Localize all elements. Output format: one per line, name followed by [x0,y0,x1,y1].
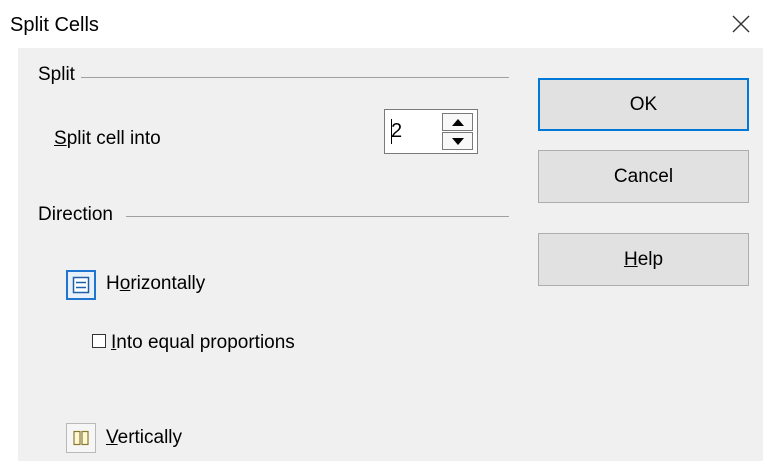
split-cell-into-mnemonic: S [54,128,67,149]
ok-button[interactable]: OK [538,78,749,131]
split-vertical-icon [73,430,89,446]
cancel-button[interactable]: Cancel [538,150,749,203]
vertically-label[interactable]: Vertically [106,427,182,449]
equal-proportions-checkbox[interactable] [92,334,106,348]
split-horizontal-icon [72,276,90,294]
horizontally-label[interactable]: Horizontally [106,273,205,295]
horizontally-mnemonic: o [119,273,131,294]
split-section-label: Split [38,64,81,86]
arrow-up-icon [451,118,464,126]
equal-proportions-text: nto equal proportions [116,332,295,353]
text-cursor [391,119,392,144]
split-cell-into-label: Split cell into [54,128,161,150]
split-section-divider [78,77,509,78]
close-icon [732,15,750,33]
dialog-body: Split Split cell into Direction Horizont… [18,48,763,461]
direction-section-label: Direction [38,204,119,226]
title-bar: Split Cells [0,0,763,48]
horizontal-option-button[interactable] [66,270,96,300]
vertical-option-button[interactable] [66,423,96,453]
help-text: elp [637,248,664,270]
increment-button[interactable] [442,113,473,131]
equal-proportions-label[interactable]: Into equal proportions [111,332,295,354]
vertically-text: ertically [117,427,183,448]
split-cell-into-text: plit cell into [66,128,161,149]
help-mnemonic: H [623,248,638,270]
horizontally-first-letter: H [106,273,120,294]
vertically-mnemonic: V [106,427,118,448]
decrement-button[interactable] [442,132,473,150]
close-button[interactable] [719,0,763,48]
split-count-stepper [384,109,478,154]
arrow-down-icon [451,137,464,145]
help-button[interactable]: Help [538,233,749,286]
split-count-input[interactable] [391,120,431,143]
dialog-title: Split Cells [10,14,99,36]
direction-section-divider [126,216,509,217]
horizontally-text: rizontally [130,273,206,294]
